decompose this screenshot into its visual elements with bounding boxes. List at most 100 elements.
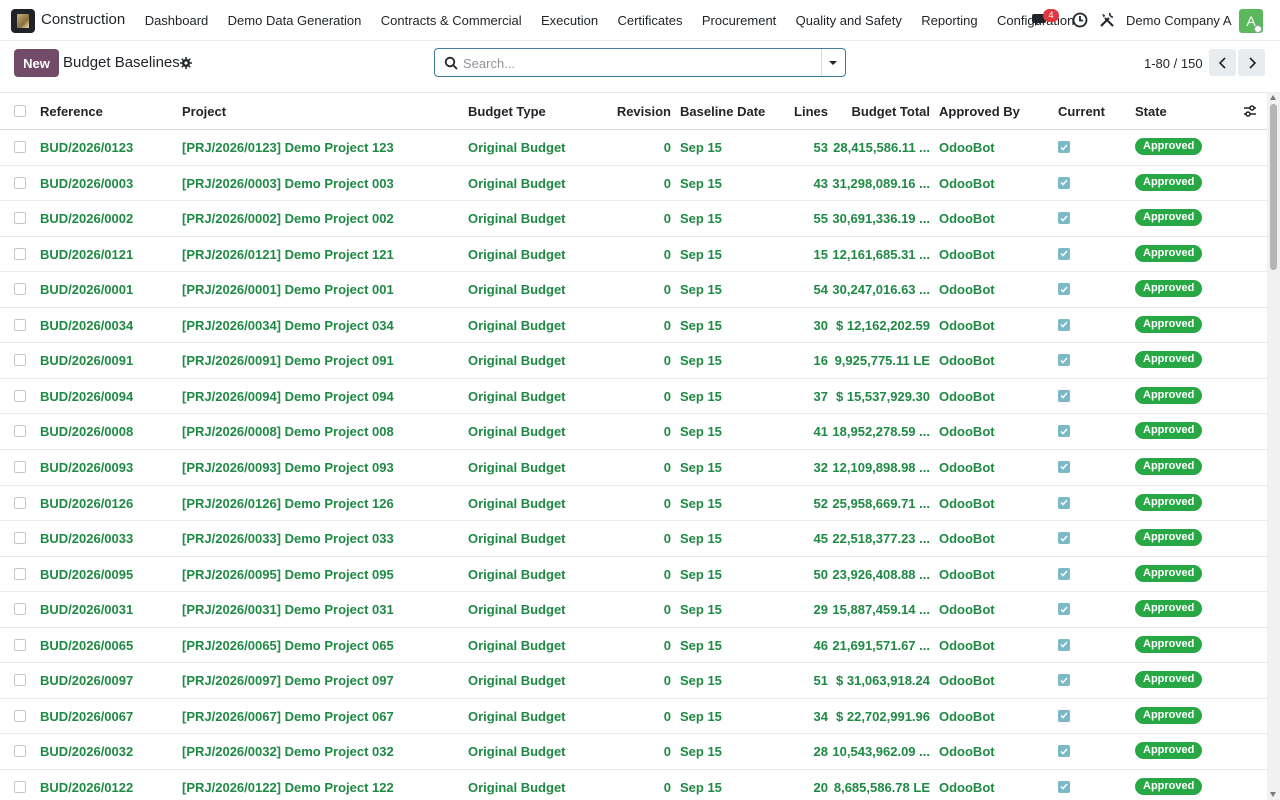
cell-budget-type[interactable]: Original Budget [468,318,566,333]
cell-budget-type[interactable]: Original Budget [468,282,566,297]
cell-approved-by[interactable]: OdooBot [939,460,995,475]
cell-project[interactable]: [PRJ/2026/0093] Demo Project 093 [182,460,462,475]
cell-reference[interactable]: BUD/2026/0002 [40,211,133,226]
cell-budget-type[interactable]: Original Budget [468,496,566,511]
column-header-current[interactable]: Current [1058,104,1105,119]
cell-approved-by[interactable]: OdooBot [939,744,995,759]
column-header-project[interactable]: Project [182,104,226,119]
menu-item-procurement[interactable]: Procurement [692,13,786,28]
cell-budget-type[interactable]: Original Budget [468,140,566,155]
row-checkbox[interactable] [14,389,26,402]
table-row[interactable]: BUD/2026/0003 [PRJ/2026/0003] Demo Projec… [0,166,1267,202]
cell-project[interactable]: [PRJ/2026/0065] Demo Project 065 [182,638,462,653]
cell-budget-type[interactable]: Original Budget [468,602,566,617]
cell-approved-by[interactable]: OdooBot [939,638,995,653]
column-header-revision[interactable]: Revision [617,104,671,119]
cell-reference[interactable]: BUD/2026/0033 [40,531,133,546]
cell-approved-by[interactable]: OdooBot [939,780,995,795]
cell-reference[interactable]: BUD/2026/0126 [40,496,133,511]
row-checkbox[interactable] [14,212,26,225]
row-checkbox[interactable] [14,176,26,189]
cell-project[interactable]: [PRJ/2026/0126] Demo Project 126 [182,496,462,511]
cell-reference[interactable]: BUD/2026/0032 [40,744,133,759]
cell-project[interactable]: [PRJ/2026/0002] Demo Project 002 [182,211,462,226]
cell-reference[interactable]: BUD/2026/0034 [40,318,133,333]
cell-budget-type[interactable]: Original Budget [468,638,566,653]
table-row[interactable]: BUD/2026/0034 [PRJ/2026/0034] Demo Projec… [0,308,1267,344]
row-checkbox[interactable] [14,247,26,260]
menu-item-quality-safety[interactable]: Quality and Safety [786,13,912,28]
clock-icon[interactable] [1072,12,1088,28]
cell-reference[interactable]: BUD/2026/0003 [40,176,133,191]
cell-reference[interactable]: BUD/2026/0123 [40,140,133,155]
cell-budget-type[interactable]: Original Budget [468,389,566,404]
column-header-baseline-date[interactable]: Baseline Date [680,104,765,119]
table-row[interactable]: BUD/2026/0095 [PRJ/2026/0095] Demo Projec… [0,557,1267,593]
row-checkbox[interactable] [14,674,26,687]
row-checkbox[interactable] [14,318,26,331]
row-checkbox[interactable] [14,745,26,758]
row-checkbox[interactable] [14,603,26,616]
cell-project[interactable]: [PRJ/2026/0123] Demo Project 123 [182,140,462,155]
cell-project[interactable]: [PRJ/2026/0034] Demo Project 034 [182,318,462,333]
pager-value[interactable]: 1-80 / 150 [1144,56,1203,71]
table-row[interactable]: BUD/2026/0065 [PRJ/2026/0065] Demo Projec… [0,628,1267,664]
cell-reference[interactable]: BUD/2026/0121 [40,247,133,262]
table-row[interactable]: BUD/2026/0032 [PRJ/2026/0032] Demo Projec… [0,734,1267,770]
cell-budget-type[interactable]: Original Budget [468,176,566,191]
row-checkbox[interactable] [14,354,26,367]
scrollbar-thumb[interactable] [1270,104,1277,270]
cell-project[interactable]: [PRJ/2026/0033] Demo Project 033 [182,531,462,546]
column-header-lines[interactable]: Lines [794,104,828,119]
table-row[interactable]: BUD/2026/0094 [PRJ/2026/0094] Demo Projec… [0,379,1267,415]
cell-approved-by[interactable]: OdooBot [939,140,995,155]
cell-approved-by[interactable]: OdooBot [939,211,995,226]
cell-project[interactable]: [PRJ/2026/0095] Demo Project 095 [182,567,462,582]
row-checkbox[interactable] [14,496,26,509]
menu-item-reporting[interactable]: Reporting [912,13,988,28]
row-checkbox[interactable] [14,532,26,545]
cell-budget-type[interactable]: Original Budget [468,211,566,226]
search-options-toggle-icon[interactable] [828,59,838,67]
cell-approved-by[interactable]: OdooBot [939,602,995,617]
cell-project[interactable]: [PRJ/2026/0032] Demo Project 032 [182,744,462,759]
pager-previous-button[interactable] [1209,49,1236,76]
table-row[interactable]: BUD/2026/0033 [PRJ/2026/0033] Demo Projec… [0,521,1267,557]
cell-reference[interactable]: BUD/2026/0067 [40,709,133,724]
cell-budget-type[interactable]: Original Budget [468,709,566,724]
menu-item-certificates[interactable]: Certificates [608,13,692,28]
cell-approved-by[interactable]: OdooBot [939,567,995,582]
cell-approved-by[interactable]: OdooBot [939,318,995,333]
table-row[interactable]: BUD/2026/0093 [PRJ/2026/0093] Demo Projec… [0,450,1267,486]
column-header-budget-total[interactable]: Budget Total [852,104,930,119]
cell-approved-by[interactable]: OdooBot [939,709,995,724]
column-header-reference[interactable]: Reference [40,104,103,119]
row-checkbox[interactable] [14,283,26,296]
pager-next-button[interactable] [1238,49,1265,76]
table-row[interactable]: BUD/2026/0122 [PRJ/2026/0122] Demo Projec… [0,770,1267,800]
row-checkbox[interactable] [14,141,26,153]
cell-budget-type[interactable]: Original Budget [468,744,566,759]
cell-budget-type[interactable]: Original Budget [468,247,566,262]
row-checkbox[interactable] [14,780,26,793]
table-row[interactable]: BUD/2026/0121 [PRJ/2026/0121] Demo Projec… [0,237,1267,273]
cell-approved-by[interactable]: OdooBot [939,176,995,191]
cell-reference[interactable]: BUD/2026/0001 [40,282,133,297]
select-all-checkbox[interactable] [14,105,26,117]
app-name[interactable]: Construction [41,11,125,28]
cell-approved-by[interactable]: OdooBot [939,389,995,404]
table-row[interactable]: BUD/2026/0091 [PRJ/2026/0091] Demo Projec… [0,343,1267,379]
cell-reference[interactable]: BUD/2026/0031 [40,602,133,617]
cell-budget-type[interactable]: Original Budget [468,780,566,795]
cell-budget-type[interactable]: Original Budget [468,424,566,439]
table-row[interactable]: BUD/2026/0123 [PRJ/2026/0123] Demo Projec… [0,130,1267,166]
cell-approved-by[interactable]: OdooBot [939,353,995,368]
cell-reference[interactable]: BUD/2026/0065 [40,638,133,653]
cell-reference[interactable]: BUD/2026/0122 [40,780,133,795]
search-input[interactable] [463,53,843,73]
tools-icon[interactable] [1099,12,1115,28]
column-header-budget-type[interactable]: Budget Type [468,104,546,119]
cell-project[interactable]: [PRJ/2026/0008] Demo Project 008 [182,424,462,439]
menu-item-demo-data-generation[interactable]: Demo Data Generation [218,13,371,28]
company-switcher[interactable]: Demo Company A [1126,13,1232,28]
